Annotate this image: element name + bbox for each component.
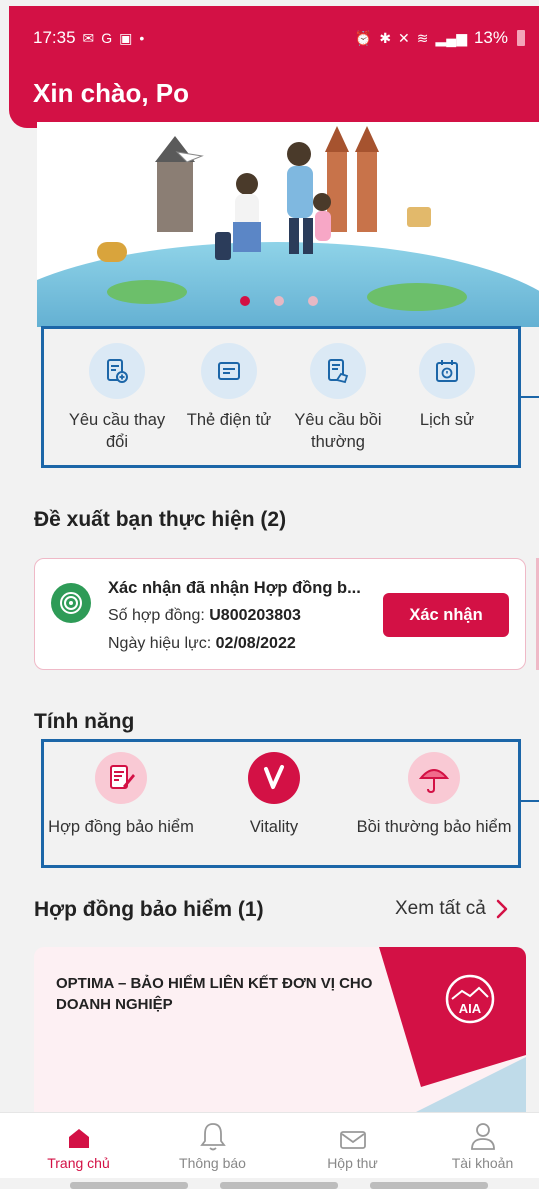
signal-icon: ▂▄▆ bbox=[435, 29, 467, 46]
brand-text: AIA bbox=[458, 1001, 482, 1016]
bluetooth-icon: ✱ bbox=[379, 29, 392, 46]
quick-action-label: Lịch sử bbox=[419, 411, 475, 429]
contract-number-value: U800203803 bbox=[209, 607, 301, 624]
nav-label: Tài khoản bbox=[451, 1155, 514, 1171]
app-header: 17:35 ✉ G ▣ • ⏰ ✱ ✕ ≋ ▂▄▆ 13% Xin chào, … bbox=[9, 6, 539, 128]
policy-name: OPTIMA – BẢO HIỂM LIÊN KẾT ĐƠN VỊ CHO DO… bbox=[56, 975, 373, 1013]
quick-action-label: Yêu cầu bồi thường bbox=[294, 411, 382, 451]
mute-icon: ✕ bbox=[398, 29, 410, 46]
pagination-dot-1[interactable] bbox=[240, 296, 250, 306]
quick-action-change-request[interactable]: Yêu cầu thay đổi bbox=[57, 343, 177, 453]
system-nav-handle[interactable] bbox=[220, 1182, 338, 1189]
nav-home[interactable]: Trang chủ bbox=[11, 1113, 146, 1179]
suggestion-title: Xác nhận đã nhận Hợp đồng b... bbox=[108, 579, 361, 597]
highlight-connector bbox=[521, 396, 539, 398]
status-time: 17:35 bbox=[33, 28, 76, 47]
policy-card-art bbox=[379, 947, 526, 1112]
feature-label: Bồi thường bảo hiểm bbox=[356, 818, 512, 836]
google-icon: G bbox=[101, 30, 113, 46]
battery-percent: 13% bbox=[473, 28, 508, 47]
quick-action-e-card[interactable]: Thẻ điện tử bbox=[169, 343, 289, 431]
nav-account[interactable]: Tài khoản bbox=[415, 1113, 539, 1179]
feature-label: Hợp đồng bảo hiểm bbox=[48, 818, 194, 836]
gallery-icon: ▣ bbox=[119, 29, 133, 46]
effective-date-label: Ngày hiệu lực: bbox=[108, 635, 212, 652]
message-icon: ✉ bbox=[82, 29, 95, 46]
feature-label: Vitality bbox=[249, 818, 299, 836]
effective-date-row: Ngày hiệu lực: 02/08/2022 bbox=[108, 635, 296, 653]
battery-icon bbox=[517, 30, 525, 46]
user-icon bbox=[415, 1113, 539, 1151]
feature-claims[interactable]: Bồi thường bảo hiểm bbox=[354, 752, 514, 838]
suggestions-title: Đề xuất bạn thực hiện (2) bbox=[34, 508, 287, 531]
status-bar: 17:35 ✉ G ▣ • ⏰ ✱ ✕ ≋ ▂▄▆ 13% bbox=[33, 26, 525, 50]
umbrella-icon bbox=[408, 752, 460, 804]
contract-number-label: Số hợp đồng: bbox=[108, 607, 205, 624]
features-title: Tính năng bbox=[34, 710, 135, 733]
system-nav-handle[interactable] bbox=[70, 1182, 188, 1189]
feature-vitality[interactable]: Vitality bbox=[194, 752, 354, 838]
chevron-right-icon bbox=[496, 899, 508, 919]
nav-label: Hộp thư bbox=[327, 1155, 378, 1171]
home-icon bbox=[11, 1113, 146, 1151]
calendar-history-icon bbox=[419, 343, 475, 399]
nav-notifications[interactable]: Thông báo bbox=[145, 1113, 280, 1179]
nav-inbox[interactable]: Hộp thư bbox=[285, 1113, 420, 1179]
suggestion-card[interactable]: Xác nhận đã nhận Hợp đồng b... Số hợp đồ… bbox=[34, 558, 526, 670]
quick-action-claim-request[interactable]: Yêu cầu bồi thường bbox=[278, 343, 398, 453]
confirm-button[interactable]: Xác nhận bbox=[383, 593, 509, 637]
quick-action-history[interactable]: Lịch sử bbox=[387, 343, 507, 431]
nav-label: Trang chủ bbox=[47, 1155, 110, 1171]
see-all-link[interactable]: Xem tất cả bbox=[395, 898, 508, 920]
greeting-title: Xin chào, Po bbox=[33, 78, 190, 108]
effective-date-value: 02/08/2022 bbox=[215, 635, 296, 652]
card-icon bbox=[201, 343, 257, 399]
contract-target-icon bbox=[51, 583, 91, 623]
bottom-nav: Trang chủ Thông báo Hộp thư Tài khoản bbox=[0, 1112, 539, 1178]
nav-label: Thông báo bbox=[179, 1155, 246, 1171]
dot-icon: • bbox=[139, 30, 145, 46]
quick-actions: Yêu cầu thay đổi Thẻ điện tử Yêu cầu bồi… bbox=[41, 326, 521, 468]
pagination-dot-2[interactable] bbox=[274, 296, 284, 306]
contract-pen-icon bbox=[95, 752, 147, 804]
quick-action-label: Thẻ điện tử bbox=[186, 411, 272, 429]
alarm-icon: ⏰ bbox=[354, 29, 373, 46]
vitality-logo-icon bbox=[248, 752, 300, 804]
policies-title: Hợp đồng bảo hiểm (1) bbox=[34, 898, 264, 921]
document-add-icon bbox=[89, 343, 145, 399]
see-all-label: Xem tất cả bbox=[395, 898, 486, 919]
bell-icon bbox=[145, 1113, 280, 1151]
mail-icon bbox=[285, 1113, 420, 1151]
banner-pagination[interactable] bbox=[240, 296, 318, 306]
contract-number-row: Số hợp đồng: U800203803 bbox=[108, 607, 301, 625]
feature-contracts[interactable]: Hợp đồng bảo hiểm bbox=[41, 752, 201, 838]
features-grid: Hợp đồng bảo hiểm Vitality Bồi thường bả… bbox=[41, 739, 521, 868]
aia-logo-icon: AIA bbox=[444, 973, 496, 1025]
quick-action-label: Yêu cầu thay đổi bbox=[68, 411, 166, 451]
claim-document-icon bbox=[310, 343, 366, 399]
policy-card[interactable]: OPTIMA – BẢO HIỂM LIÊN KẾT ĐƠN VỊ CHO DO… bbox=[34, 947, 526, 1112]
highlight-connector bbox=[521, 800, 539, 802]
system-nav-handle[interactable] bbox=[370, 1182, 488, 1189]
wifi-icon: ≋ bbox=[416, 29, 429, 46]
pagination-dot-3[interactable] bbox=[308, 296, 318, 306]
